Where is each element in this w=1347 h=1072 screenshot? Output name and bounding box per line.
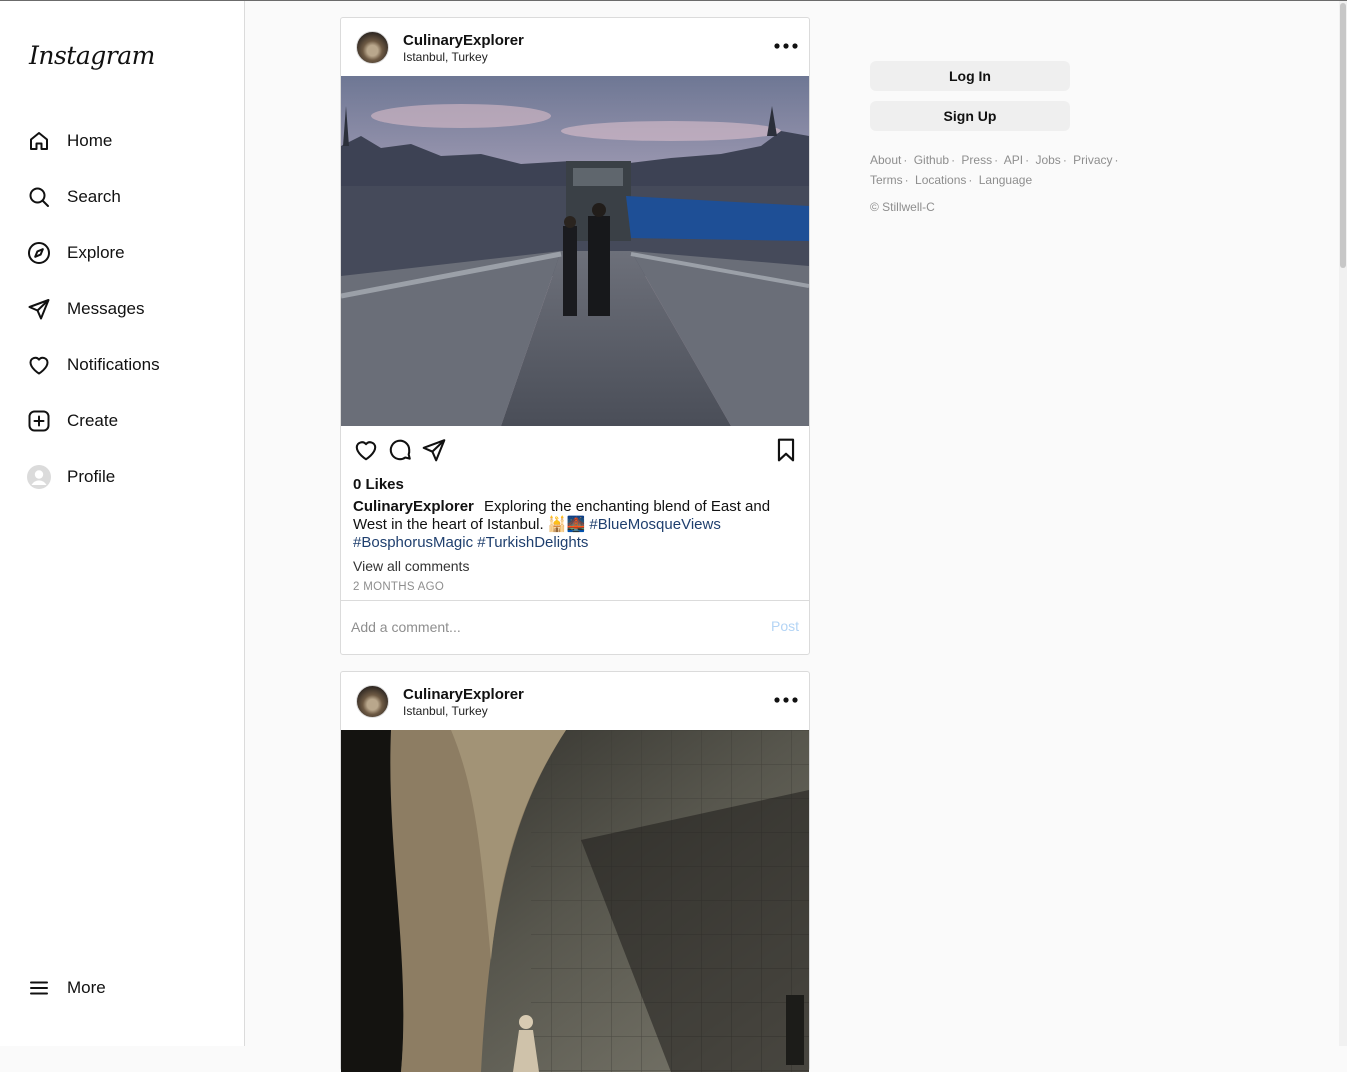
comment-input[interactable]	[351, 615, 751, 639]
post-caption: CulinaryExplorer Exploring the enchantin…	[353, 498, 799, 552]
caption-username[interactable]: CulinaryExplorer	[353, 498, 474, 515]
signup-button[interactable]: Sign Up	[870, 101, 1070, 131]
scrollbar-thumb[interactable]	[1340, 3, 1346, 268]
hashtag-link[interactable]: #BosphorusMagic	[353, 534, 473, 551]
sidebar-nav: Home Search Explore Messages Notificatio…	[0, 113, 244, 505]
menu-icon	[27, 976, 51, 1000]
sidebar-item-label: Search	[67, 187, 121, 206]
avatar-icon	[27, 465, 51, 489]
post-username[interactable]: CulinaryExplorer	[403, 686, 524, 703]
footer-link-locations[interactable]: Locations	[915, 173, 966, 187]
sidebar-item-more[interactable]: More	[0, 960, 244, 1016]
post-actions	[353, 437, 799, 463]
view-all-comments-link[interactable]: View all comments	[353, 558, 469, 574]
more-options-icon[interactable]	[773, 690, 799, 710]
sidebar-item-home[interactable]: Home	[0, 113, 244, 169]
footer-link-language[interactable]: Language	[979, 173, 1032, 187]
sidebar-item-search[interactable]: Search	[0, 169, 244, 225]
sidebar-item-notifications[interactable]: Notifications	[0, 337, 244, 393]
post-location[interactable]: Istanbul, Turkey	[403, 704, 488, 718]
footer-link-about[interactable]: About	[870, 153, 901, 167]
sidebar-item-label: Profile	[67, 467, 116, 486]
sidebar-item-create[interactable]: Create	[0, 393, 244, 449]
footer-link-jobs[interactable]: Jobs	[1035, 153, 1060, 167]
bookmark-icon[interactable]	[773, 437, 799, 463]
post-image[interactable]	[341, 730, 809, 1072]
footer-links: About · Github · Press · API · Jobs · Privacy…	[870, 153, 1119, 187]
home-icon	[27, 129, 51, 153]
page-scrollbar[interactable]	[1339, 1, 1347, 1046]
hashtag-link[interactable]: #TurkishDelights	[477, 534, 588, 551]
sidebar-item-label: Create	[67, 411, 119, 430]
user-avatar[interactable]	[356, 685, 389, 718]
user-avatar[interactable]	[356, 31, 389, 64]
sidebar-item-profile[interactable]: Profile	[0, 449, 244, 505]
post-header: CulinaryExplorer Istanbul, Turkey	[341, 672, 809, 730]
search-icon	[27, 185, 51, 209]
footer-link-privacy[interactable]: Privacy	[1073, 153, 1112, 167]
copyright-text: © Stillwell-C	[870, 200, 935, 214]
send-icon	[27, 297, 51, 321]
post-location[interactable]: Istanbul, Turkey	[403, 50, 488, 64]
footer-link-github[interactable]: Github	[914, 153, 949, 167]
feed-post: CulinaryExplorer Istanbul, Turkey	[340, 17, 810, 655]
comment-bubble-icon[interactable]	[387, 437, 413, 463]
heart-icon	[27, 353, 51, 377]
sidebar-item-label: Notifications	[67, 355, 160, 374]
footer-link-api[interactable]: API	[1004, 153, 1023, 167]
feed-post: CulinaryExplorer Istanbul, Turkey	[340, 671, 810, 1072]
more-options-icon[interactable]	[773, 36, 799, 56]
post-comment-button[interactable]: Post	[771, 618, 799, 634]
plus-square-icon	[27, 409, 51, 433]
post-header: CulinaryExplorer Istanbul, Turkey	[341, 18, 809, 76]
sidebar-item-label: Explore	[67, 243, 125, 262]
post-timestamp: 2 MONTHS AGO	[353, 581, 445, 593]
footer-link-terms[interactable]: Terms	[870, 173, 903, 187]
like-heart-icon[interactable]	[353, 437, 379, 463]
sidebar-item-label: Home	[67, 131, 113, 150]
sidebar-item-explore[interactable]: Explore	[0, 225, 244, 281]
sidebar-item-label: Messages	[67, 299, 145, 318]
footer-link-press[interactable]: Press	[961, 153, 992, 167]
instagram-logo[interactable]: Instagram	[29, 41, 155, 70]
login-button[interactable]: Log In	[870, 61, 1070, 91]
sidebar: Instagram Home Search Explore Messages N…	[0, 1, 245, 1046]
compass-icon	[27, 241, 51, 265]
likes-count[interactable]: 0 Likes	[353, 476, 404, 493]
comment-bar: Post	[341, 600, 809, 655]
sidebar-item-messages[interactable]: Messages	[0, 281, 244, 337]
post-image[interactable]	[341, 76, 809, 426]
hashtag-link[interactable]: #BlueMosqueViews	[589, 516, 720, 533]
share-send-icon[interactable]	[421, 437, 447, 463]
post-username[interactable]: CulinaryExplorer	[403, 32, 524, 49]
sidebar-item-label: More	[67, 978, 106, 997]
